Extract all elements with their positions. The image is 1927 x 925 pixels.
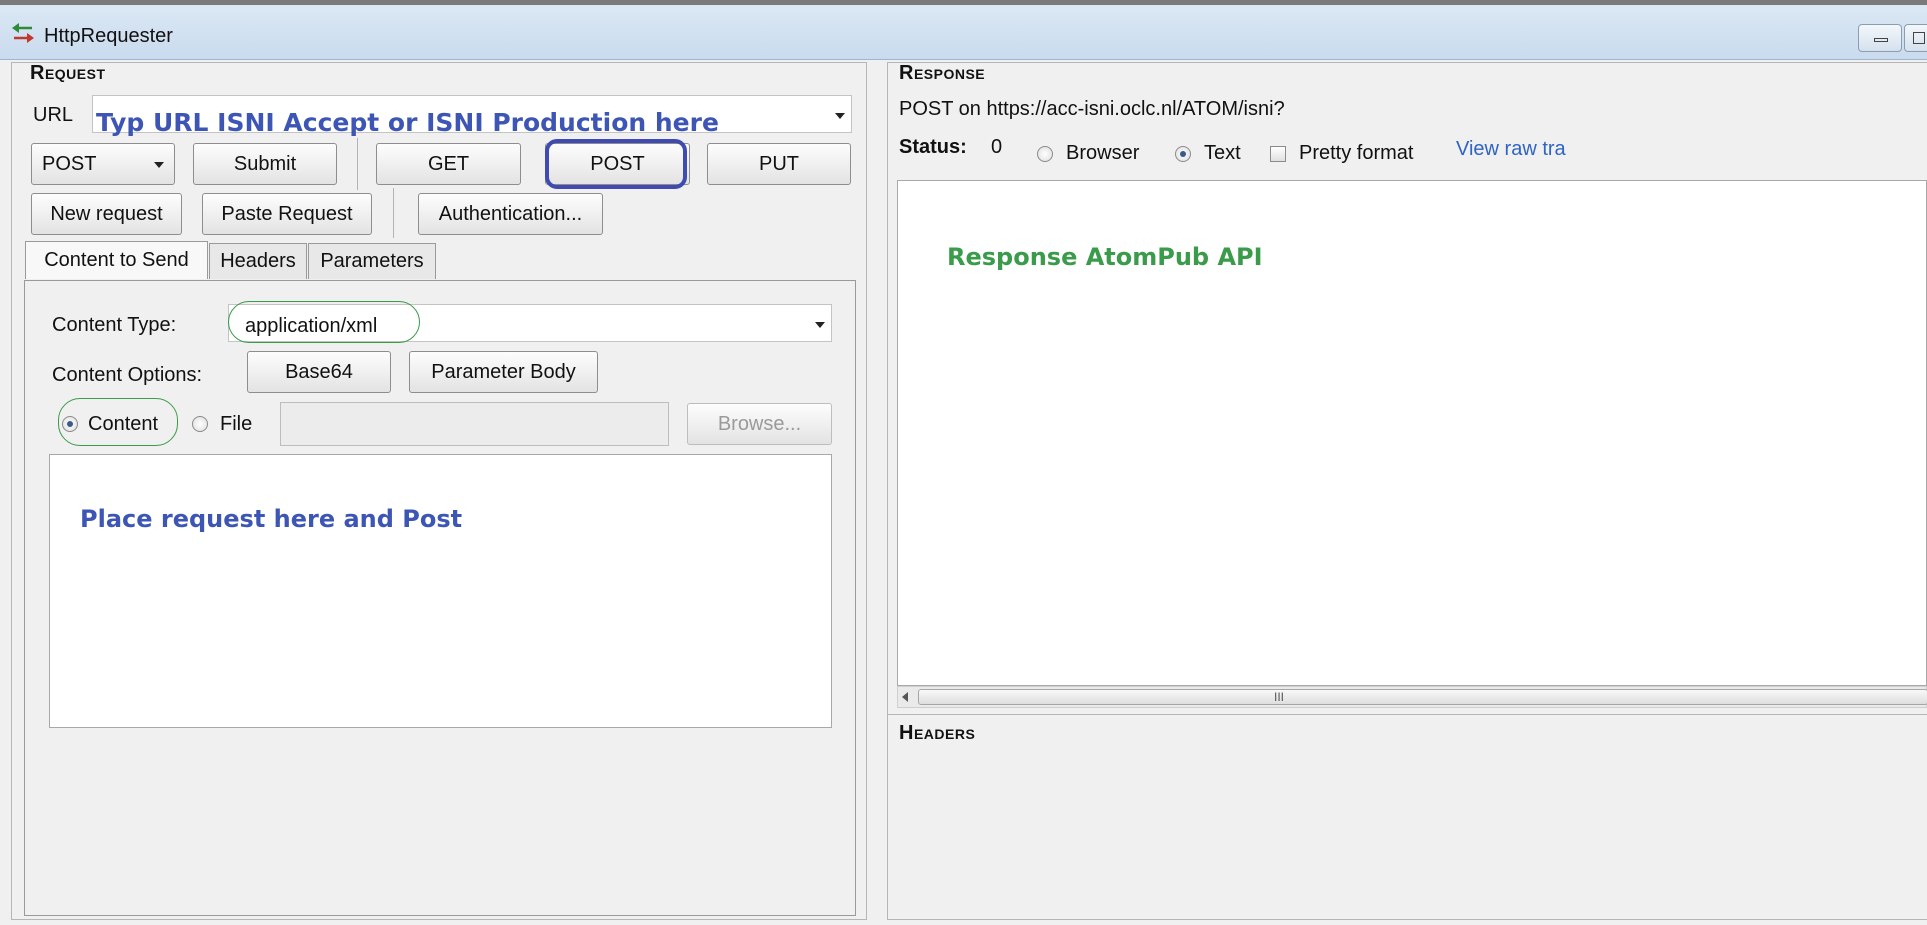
request-body-textarea[interactable] — [49, 454, 832, 728]
content-type-highlight — [228, 301, 420, 343]
response-horizontal-scrollbar[interactable]: III — [897, 686, 1927, 708]
response-section-title: Response — [899, 62, 986, 84]
post-button-highlight — [545, 139, 687, 189]
browser-radio-label[interactable]: Browser — [1066, 142, 1139, 165]
scroll-left-arrow-icon[interactable] — [902, 692, 908, 702]
response-body-annotation: Response AtomPub API — [947, 243, 1263, 271]
submit-button[interactable]: Submit — [193, 143, 337, 185]
minimize-button[interactable] — [1858, 24, 1902, 52]
file-radio-label[interactable]: File — [220, 413, 252, 436]
text-radio[interactable] — [1175, 146, 1191, 162]
base64-button[interactable]: Base64 — [247, 351, 391, 393]
scrollbar-grip: III — [1274, 690, 1285, 704]
status-label: Status: — [899, 136, 967, 158]
tab-headers[interactable]: Headers — [209, 243, 307, 279]
method-dropdown-arrow-icon — [154, 162, 164, 168]
request-section-title: Request — [30, 62, 106, 84]
toolbar-separator — [393, 188, 394, 238]
window-title: HttpRequester — [44, 25, 173, 47]
authentication-button[interactable]: Authentication... — [418, 193, 603, 235]
response-headers-title: Headers — [899, 722, 976, 744]
method-select[interactable]: POST — [31, 143, 175, 185]
paste-request-button[interactable]: Paste Request — [202, 193, 372, 235]
http-requester-arrows-icon — [12, 23, 34, 43]
content-type-label: Content Type: — [52, 314, 177, 336]
maximize-button[interactable] — [1904, 24, 1927, 52]
file-path-field[interactable] — [280, 402, 669, 446]
content-options-label: Content Options: — [52, 364, 203, 386]
url-annotation: Typ URL ISNI Accept or ISNI Production h… — [96, 108, 719, 137]
url-dropdown-arrow-icon[interactable] — [835, 113, 845, 119]
tab-content-to-send[interactable]: Content to Send — [25, 241, 208, 279]
url-label: URL — [33, 104, 74, 126]
content-radio-highlight — [58, 398, 178, 446]
browser-radio[interactable] — [1037, 146, 1053, 162]
view-raw-link[interactable]: View raw tra — [1456, 138, 1566, 161]
response-summary: POST on https://acc-isni.oclc.nl/ATOM/is… — [899, 98, 1285, 120]
tab-parameters[interactable]: Parameters — [308, 243, 436, 279]
content-type-dropdown-arrow-icon[interactable] — [815, 322, 825, 328]
pretty-format-label[interactable]: Pretty format — [1299, 142, 1413, 165]
scrollbar-thumb[interactable]: III — [918, 689, 1927, 705]
pretty-format-checkbox[interactable] — [1270, 146, 1286, 162]
get-button[interactable]: GET — [376, 143, 521, 185]
toolbar-separator — [357, 138, 358, 190]
request-body-annotation: Place request here and Post — [80, 505, 463, 533]
screen-top-edge — [0, 0, 1927, 5]
browse-button[interactable]: Browse... — [687, 403, 832, 445]
put-button[interactable]: PUT — [707, 143, 851, 185]
new-request-button[interactable]: New request — [31, 193, 182, 235]
title-bar: HttpRequester — [0, 0, 1927, 60]
status-value: 0 — [991, 136, 1003, 158]
text-radio-label[interactable]: Text — [1204, 142, 1241, 165]
method-select-value: POST — [42, 152, 97, 175]
file-radio[interactable] — [192, 416, 208, 432]
parameter-body-button[interactable]: Parameter Body — [409, 351, 598, 393]
headers-divider — [887, 714, 1927, 715]
